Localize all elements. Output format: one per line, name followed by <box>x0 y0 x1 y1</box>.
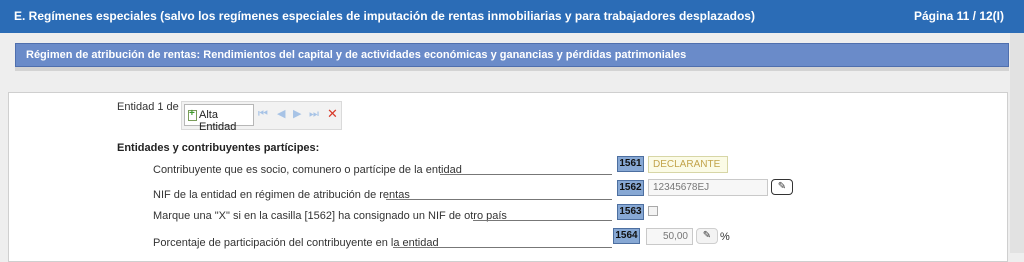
previous-icon[interactable]: ◀ <box>277 107 285 121</box>
add-entity-label: Alta Entidad <box>199 109 237 133</box>
box-1561: 1561 <box>617 156 644 172</box>
box-1563: 1563 <box>617 204 644 220</box>
entity-counter: Entidad 1 de 1 <box>117 101 188 113</box>
pencil-icon: ✎ <box>702 230 712 241</box>
percent-unit: % <box>720 231 730 243</box>
next-icon[interactable]: ▶ <box>293 107 301 121</box>
box-1562: 1562 <box>617 180 644 196</box>
section-title: Régimen de atribución de rentas: Rendimi… <box>26 49 687 61</box>
delete-icon[interactable]: ✕ <box>327 106 338 122</box>
section-divider <box>15 67 1009 71</box>
last-icon[interactable]: ⏭ <box>309 107 319 121</box>
leader-line <box>386 199 612 200</box>
leader-line <box>440 174 612 175</box>
partner-value-field[interactable]: DECLARANTE <box>648 156 728 173</box>
participants-heading: Entidades y contribuyentes partícipes: <box>117 142 320 154</box>
foreign-nif-label: Marque una "X" si en la casilla [1562] h… <box>153 210 507 222</box>
add-document-icon <box>188 108 197 121</box>
participation-field[interactable]: 50,00 <box>646 228 693 245</box>
nif-field[interactable]: 12345678EJ <box>648 179 768 196</box>
section-header: Régimen de atribución de rentas: Rendimi… <box>15 43 1009 67</box>
first-icon[interactable]: ⏮ <box>258 107 268 121</box>
foreign-nif-checkbox[interactable] <box>648 206 658 216</box>
add-entity-button[interactable]: Alta Entidad <box>184 104 254 133</box>
partner-label: Contribuyente que es socio, comunero o p… <box>153 164 462 176</box>
nif-label: NIF de la entidad en régimen de atribuci… <box>153 189 410 201</box>
leader-line <box>393 247 612 248</box>
box-1564: 1564 <box>613 228 640 244</box>
pencil-icon: ✎ <box>777 181 787 192</box>
leader-line <box>473 220 612 221</box>
page-indicator: Página 11 / 12(I) <box>913 9 1004 23</box>
edit-nif-button[interactable]: ✎ <box>771 179 793 195</box>
edit-participation-button[interactable]: ✎ <box>696 228 718 244</box>
header-title: E. Regímenes especiales (salvo los regím… <box>14 9 755 23</box>
scrollbar[interactable] <box>1010 33 1024 253</box>
page-header: E. Regímenes especiales (salvo los regím… <box>0 0 1024 33</box>
